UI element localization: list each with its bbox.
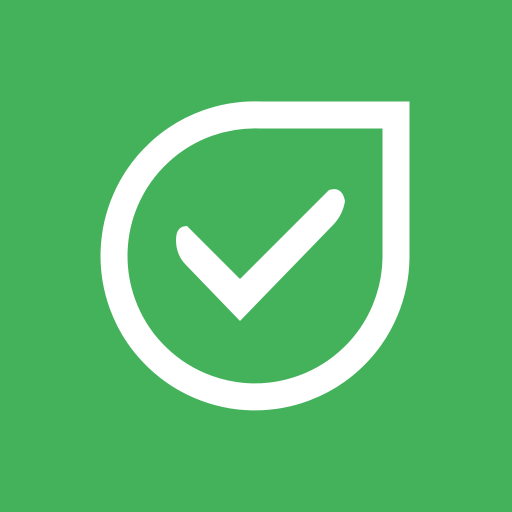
icon-background xyxy=(0,0,512,512)
leaf-check-icon xyxy=(0,0,512,512)
app-icon xyxy=(0,0,512,512)
